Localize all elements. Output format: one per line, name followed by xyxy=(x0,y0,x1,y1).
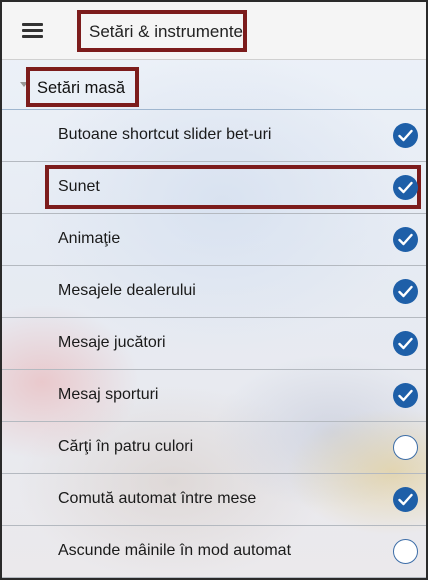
section-header[interactable]: Setări masă xyxy=(2,60,426,110)
checkbox-icon[interactable] xyxy=(393,123,418,148)
hamburger-menu-icon[interactable] xyxy=(22,21,44,41)
top-bar: Setări & instrumente xyxy=(2,2,426,60)
setting-label: Comută automat între mese xyxy=(58,490,257,507)
app-frame: Setări & instrumente Setări masă Butoane… xyxy=(0,0,428,580)
setting-row-sports-message[interactable]: Mesaj sporturi xyxy=(2,370,426,422)
page-title: Setări & instrumente xyxy=(89,22,244,41)
setting-row-four-color-cards[interactable]: Cărţi în patru culori xyxy=(2,422,426,474)
setting-label: Butoane shortcut slider bet-uri xyxy=(58,126,272,143)
checkbox-icon[interactable] xyxy=(393,383,418,408)
checkbox-icon[interactable] xyxy=(393,227,418,252)
checkbox-icon[interactable] xyxy=(393,279,418,304)
setting-row-animation[interactable]: Animaţie xyxy=(2,214,426,266)
setting-label: Mesaje jucători xyxy=(58,334,166,351)
checkbox-icon[interactable] xyxy=(393,539,418,564)
setting-row-dealer-messages[interactable]: Mesajele dealerului xyxy=(2,266,426,318)
checkbox-icon[interactable] xyxy=(393,331,418,356)
setting-label: Sunet xyxy=(58,178,100,195)
setting-label: Cărţi în patru culori xyxy=(58,438,194,455)
checkbox-icon[interactable] xyxy=(393,435,418,460)
setting-row-auto-switch-tables[interactable]: Comută automat între mese xyxy=(2,474,426,526)
setting-row-auto-hide-hands[interactable]: Ascunde mâinile în mod automat xyxy=(2,526,426,578)
setting-row-sound[interactable]: Sunet xyxy=(2,162,426,214)
settings-list: Butoane shortcut slider bet-uri Sunet An… xyxy=(2,110,426,578)
row-highlight xyxy=(45,165,421,209)
setting-label: Animaţie xyxy=(58,230,121,247)
section-title: Setări masă xyxy=(37,79,126,97)
checkbox-icon[interactable] xyxy=(393,487,418,512)
setting-label: Mesaj sporturi xyxy=(58,386,159,403)
checkbox-icon[interactable] xyxy=(393,175,418,200)
setting-label: Mesajele dealerului xyxy=(58,282,196,299)
section-highlight: Setări masă xyxy=(26,67,139,107)
setting-row-slider-shortcuts[interactable]: Butoane shortcut slider bet-uri xyxy=(2,110,426,162)
setting-row-player-messages[interactable]: Mesaje jucători xyxy=(2,318,426,370)
setting-label: Ascunde mâinile în mod automat xyxy=(58,542,292,559)
title-highlight: Setări & instrumente xyxy=(77,10,247,52)
